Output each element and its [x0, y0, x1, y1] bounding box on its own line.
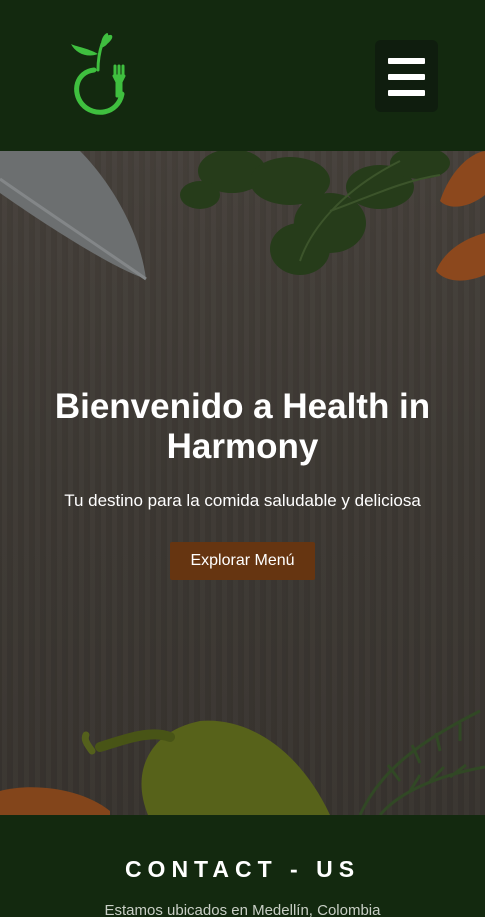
contact-location-text: Estamos ubicados en Medellín, Colombia	[104, 902, 381, 917]
menu-bar-icon	[388, 58, 425, 64]
contact-title: CONTACT - US	[124, 856, 361, 882]
page: Bienvenido a Health in Harmony Tu destin…	[0, 0, 485, 917]
contact-section: CONTACT - US Estamos ubicados en Medellí…	[0, 815, 485, 917]
hero-background-image	[0, 151, 485, 815]
hero-subtitle: Tu destino para la comida saludable y de…	[64, 491, 421, 510]
menu-bar-icon	[388, 74, 425, 80]
hamburger-menu-button[interactable]	[375, 40, 438, 112]
explore-menu-button[interactable]: Explorar Menú	[170, 542, 315, 580]
hero-title: Bienvenido a Health in Harmony	[54, 387, 431, 466]
hero-section: Bienvenido a Health in Harmony Tu destin…	[0, 151, 485, 815]
site-header	[0, 0, 485, 151]
leaf-fork-logo-icon[interactable]	[64, 30, 136, 120]
menu-bar-icon	[388, 90, 425, 96]
